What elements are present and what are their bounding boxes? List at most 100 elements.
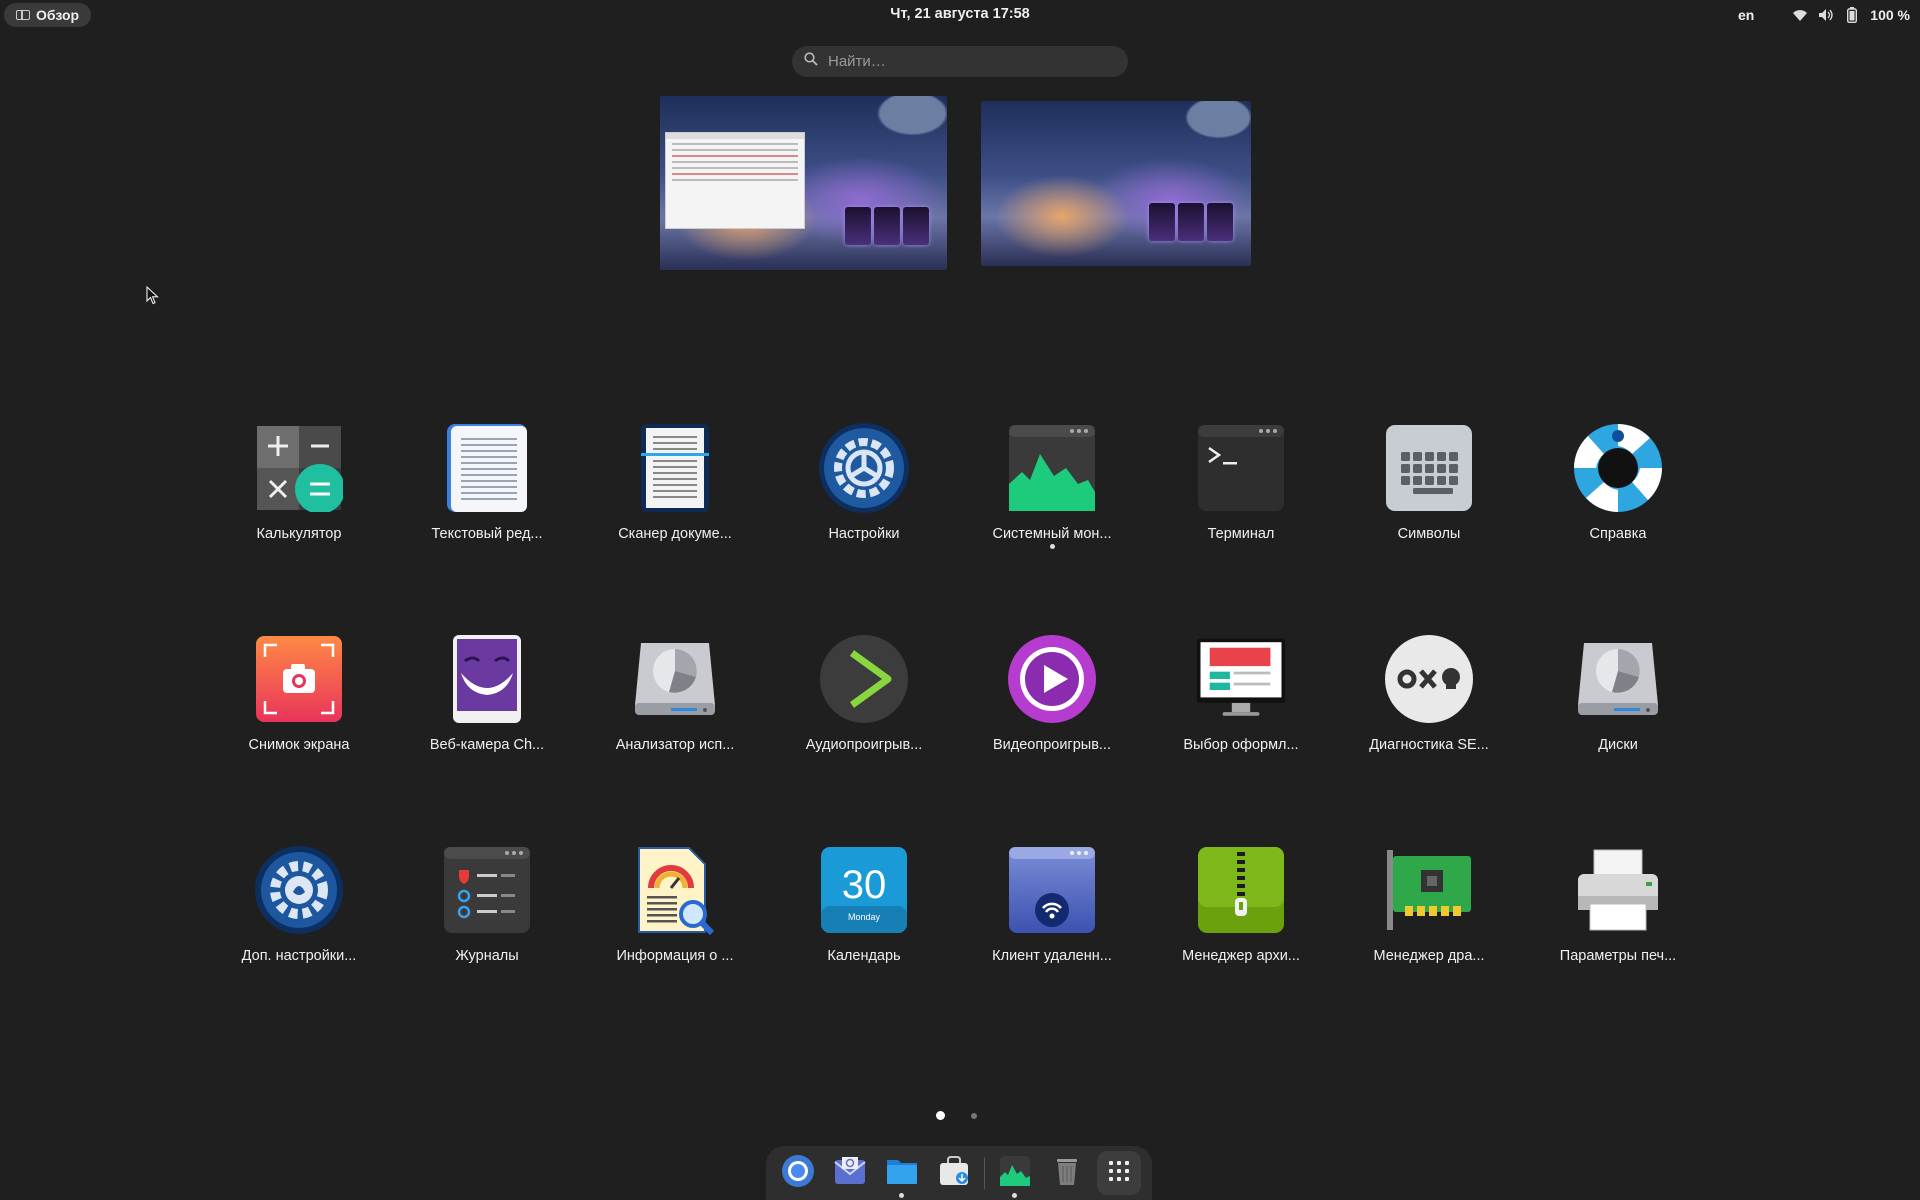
app-label: Текстовый ред... [431, 526, 543, 542]
running-indicator [1012, 1193, 1017, 1198]
app-label: Выбор оформл... [1183, 737, 1299, 753]
mail-icon [833, 1156, 867, 1191]
help-icon [1572, 422, 1664, 514]
app-tile[interactable]: Настройки [789, 422, 939, 552]
dock-separator [984, 1157, 985, 1189]
dock-item[interactable] [993, 1151, 1037, 1198]
video-player-icon [1006, 633, 1098, 725]
app-label: Калькулятор [256, 526, 342, 542]
app-tile[interactable]: Менеджер архи... [1166, 844, 1316, 974]
page-indicator [936, 1111, 977, 1120]
screenshot-icon [253, 633, 345, 725]
search-input[interactable] [828, 53, 1108, 70]
workspace-thumbnail-2[interactable] [981, 101, 1251, 266]
app-tile[interactable]: Выбор оформл... [1166, 633, 1316, 763]
app-tile[interactable]: Справка [1543, 422, 1693, 552]
search-icon [804, 52, 818, 71]
app-tile[interactable]: Снимок экрана [224, 633, 374, 763]
app-label: Информация о ... [616, 948, 734, 964]
app-tile[interactable]: 30 Monday Календарь [789, 844, 939, 974]
app-label: Менеджер архи... [1182, 948, 1300, 964]
app-label: Клиент удаленн... [992, 948, 1112, 964]
app-tile[interactable]: Системный мон... [977, 422, 1127, 552]
chromium-icon [781, 1154, 815, 1193]
app-label: Календарь [827, 948, 901, 964]
selinux-diagnostics-icon [1383, 633, 1475, 725]
workspace-thumbnail-1[interactable] [660, 96, 947, 270]
dock-item[interactable] [880, 1151, 924, 1198]
app-label: Видеопроигрыв... [992, 737, 1111, 753]
app-tile[interactable]: Видеопроигрыв... [977, 633, 1127, 763]
app-label: Доп. настройки... [241, 948, 357, 964]
calendar-weekday: Monday [848, 912, 881, 922]
app-tile[interactable]: Текстовый ред... [412, 422, 562, 552]
app-tile[interactable]: Параметры печ... [1543, 844, 1693, 974]
app-label: Веб-камера Ch... [429, 737, 545, 753]
page-dot-1[interactable] [936, 1111, 945, 1120]
keyboard-layout-indicator[interactable]: en [1738, 7, 1754, 23]
system-info-icon [629, 844, 721, 936]
battery-icon[interactable] [1844, 7, 1860, 23]
text-editor-icon [441, 422, 533, 514]
app-tile[interactable]: Диски [1543, 633, 1693, 763]
logs-icon [441, 844, 533, 936]
battery-percentage[interactable]: 100 % [1870, 7, 1910, 23]
wifi-icon[interactable] [1792, 7, 1808, 23]
app-label: Аудиопроигрыв... [805, 737, 923, 753]
dock-item[interactable] [1045, 1151, 1089, 1195]
app-tile[interactable]: Анализатор исп... [600, 633, 750, 763]
app-tile[interactable]: Диагностика SE... [1354, 633, 1504, 763]
archive-manager-icon [1195, 844, 1287, 936]
audio-player-icon [818, 633, 910, 725]
app-label: Системный мон... [992, 526, 1112, 542]
files-icon [885, 1156, 919, 1191]
overview-icon [16, 9, 30, 20]
app-tile[interactable]: Сканер докуме... [600, 422, 750, 552]
app-tile[interactable]: Журналы [412, 844, 562, 974]
app-grid-icon [1107, 1159, 1131, 1188]
app-label: Диагностика SE... [1369, 737, 1489, 753]
mouse-cursor [146, 286, 159, 305]
running-indicator [1049, 544, 1055, 549]
calendar-day-number: 30 [842, 863, 887, 907]
calendar-icon: 30 Monday [818, 844, 910, 936]
remote-desktop-icon [1006, 844, 1098, 936]
app-tile[interactable]: Аудиопроигрыв... [789, 633, 939, 763]
app-tile[interactable]: Менеджер дра... [1354, 844, 1504, 974]
window-thumbnail[interactable] [665, 132, 805, 229]
overview-button[interactable]: Обзор [4, 3, 92, 27]
show-apps-button[interactable] [1097, 1151, 1141, 1195]
clock-area: Чт, 21 августа 17:58 [0, 6, 1920, 22]
app-tile[interactable]: Калькулятор [224, 422, 374, 552]
app-label: Журналы [455, 948, 519, 964]
system-monitor-icon [1006, 422, 1098, 514]
app-label: Сканер докуме... [618, 526, 732, 542]
volume-icon[interactable] [1818, 7, 1834, 23]
clock[interactable]: Чт, 21 августа 17:58 [890, 6, 1029, 22]
app-label: Диски [1598, 737, 1638, 753]
app-tile[interactable]: Информация о ... [600, 844, 750, 974]
overview-label: Обзор [36, 7, 80, 23]
app-label: Символы [1397, 526, 1461, 542]
terminal-icon [1195, 422, 1287, 514]
app-tile[interactable]: Доп. настройки... [224, 844, 374, 974]
app-label: Терминал [1207, 526, 1275, 542]
app-tile[interactable]: Веб-камера Ch... [412, 633, 562, 763]
app-label: Анализатор исп... [615, 737, 735, 753]
wallpaper-art [845, 207, 929, 245]
running-indicator [899, 1193, 904, 1198]
system-monitor-icon [999, 1155, 1031, 1192]
app-tile[interactable]: Терминал [1166, 422, 1316, 552]
dock-item[interactable] [776, 1151, 820, 1195]
app-tile[interactable]: Символы [1354, 422, 1504, 552]
webcam-icon [441, 633, 533, 725]
top-bar: Обзор Чт, 21 августа 17:58 en 100 % [0, 0, 1920, 30]
dock-item[interactable] [828, 1151, 872, 1195]
search-bar[interactable] [792, 46, 1128, 77]
app-label: Менеджер дра... [1373, 948, 1485, 964]
system-tray[interactable]: en 100 % [1738, 4, 1910, 26]
page-dot-2[interactable] [971, 1112, 977, 1119]
app-tile[interactable]: Клиент удаленн... [977, 844, 1127, 974]
printer-icon [1572, 844, 1664, 936]
dock-item[interactable] [932, 1151, 976, 1195]
